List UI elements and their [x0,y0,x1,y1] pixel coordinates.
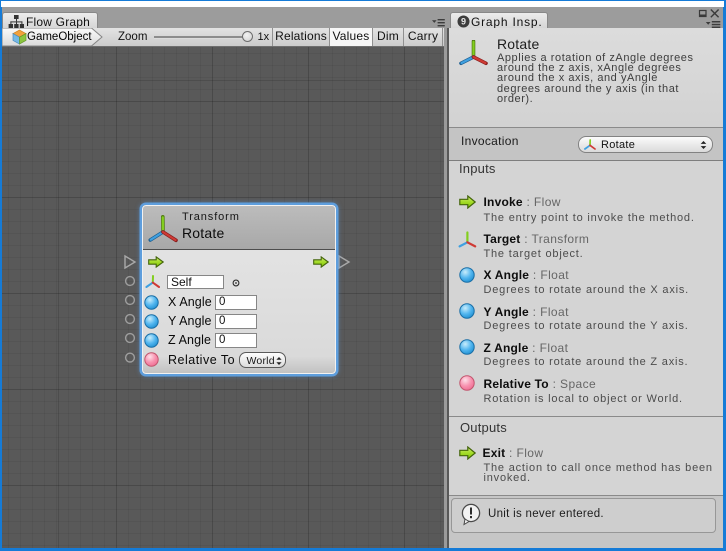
svg-text:9: 9 [461,17,466,27]
